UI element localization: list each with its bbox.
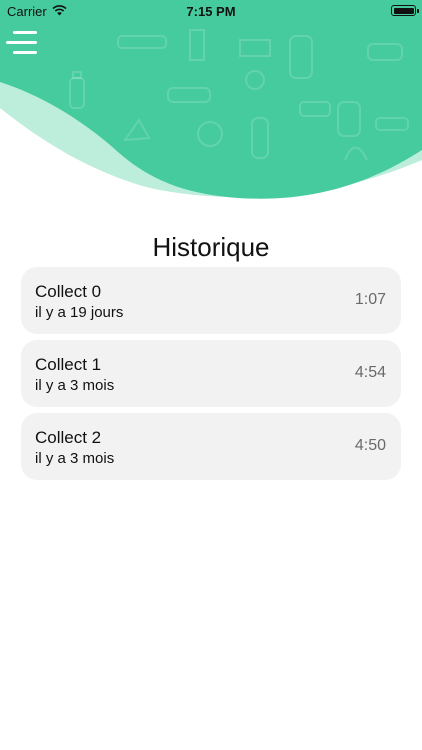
collect-name: Collect 1 xyxy=(35,355,102,374)
battery-icon xyxy=(391,5,419,16)
collect-row-1[interactable]: Collect 1 il y a 3 mois 4:54 xyxy=(21,340,401,407)
collect-name: Collect 2 xyxy=(35,428,102,447)
collect-row-2[interactable]: Collect 2 il y a 3 mois 4:50 xyxy=(21,413,401,480)
collect-duration: 1:07 xyxy=(354,291,386,308)
collect-row-0[interactable]: Collect 0 il y a 19 jours 1:07 xyxy=(21,267,401,334)
header-wave-main xyxy=(0,0,422,199)
header-background xyxy=(0,0,422,199)
menu-button[interactable] xyxy=(6,30,40,58)
collect-list: Collect 0 il y a 19 jours 1:07 Collect 1… xyxy=(21,267,401,486)
page-title: Historique xyxy=(152,232,270,262)
status-bar: Carrier 7:15 PM xyxy=(0,0,422,22)
battery-fill xyxy=(393,7,414,14)
collect-date: il y a 3 mois xyxy=(35,450,115,467)
collect-duration: 4:50 xyxy=(354,437,386,454)
collect-date: il y a 19 jours xyxy=(35,304,124,321)
collect-name: Collect 0 xyxy=(35,282,102,301)
collect-date: il y a 3 mois xyxy=(35,377,115,394)
status-time: 7:15 PM xyxy=(186,4,236,19)
collect-duration: 4:54 xyxy=(354,364,386,381)
